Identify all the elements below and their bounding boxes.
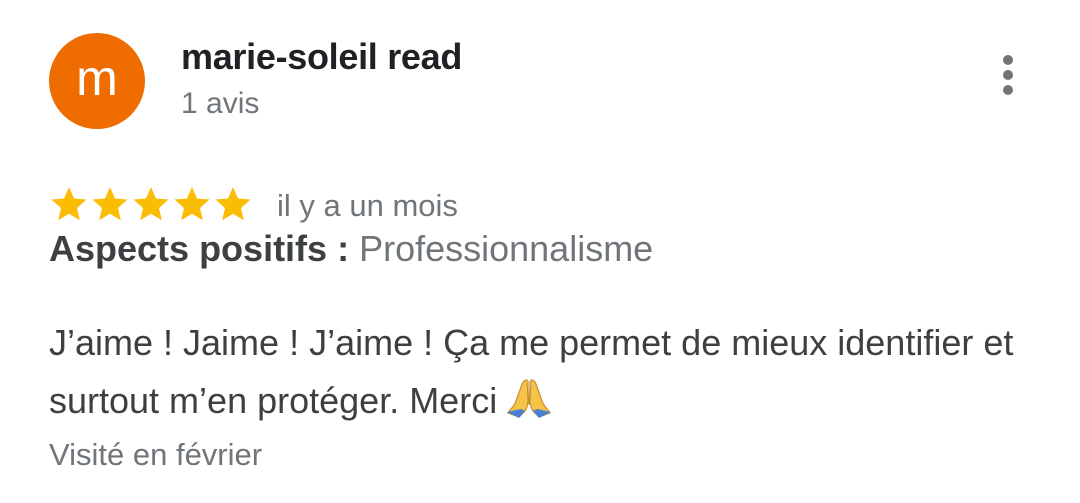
star-icon [51, 187, 87, 221]
author-name[interactable]: marie-soleil read [181, 36, 462, 78]
star-icon [92, 187, 128, 221]
visited-date: Visité en février [49, 437, 263, 472]
positive-aspects: Aspects positifs : Professionnalisme [49, 228, 653, 270]
more-vert-icon [1003, 55, 1013, 65]
star-icon [133, 187, 169, 221]
aspects-label: Aspects positifs : [49, 228, 350, 269]
review-card: m marie-soleil read 1 avis il y a un moi… [0, 0, 1080, 503]
rating-row: il y a un mois [49, 182, 458, 226]
more-vert-icon-dot [1003, 70, 1013, 80]
more-vert-icon-dot [1003, 85, 1013, 95]
review-time: il y a un mois [277, 188, 458, 223]
star-icon [215, 187, 251, 221]
more-options-button[interactable] [988, 50, 1028, 100]
author-review-count: 1 avis [181, 87, 260, 120]
avatar[interactable]: m [49, 33, 145, 129]
avatar-letter: m [76, 50, 118, 106]
aspects-value: Professionnalisme [359, 228, 654, 269]
folded-hands-icon [507, 379, 552, 418]
star-icon [174, 187, 210, 221]
star-rating [49, 184, 253, 224]
review-text: J’aime ! Jaime ! J’aime ! Ça me permet d… [49, 314, 1039, 430]
